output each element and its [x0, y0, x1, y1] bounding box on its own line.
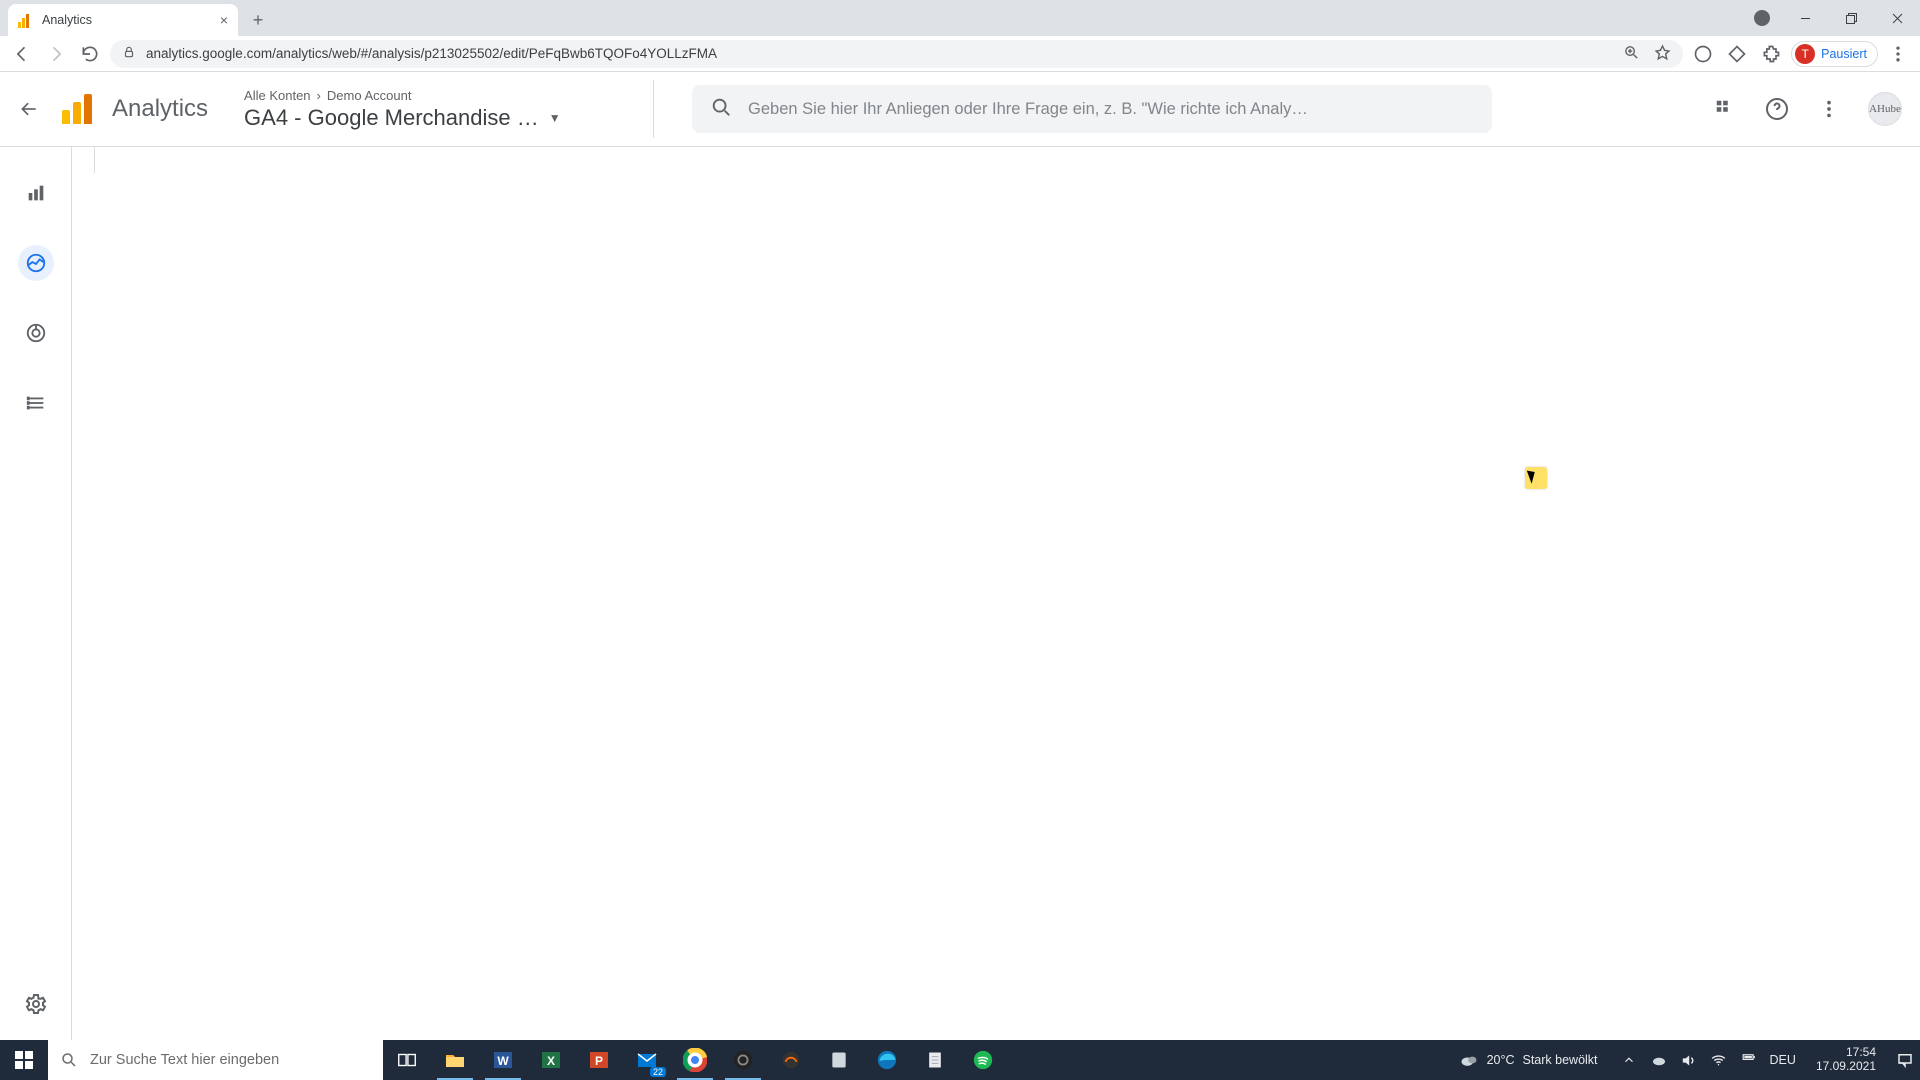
lock-icon	[122, 45, 136, 62]
tray-onedrive-icon[interactable]	[1650, 1051, 1668, 1069]
chrome-account-indicator[interactable]	[1754, 10, 1770, 26]
search-icon	[710, 96, 732, 123]
mail-badge: 22	[650, 1067, 666, 1077]
ga-back-button[interactable]	[10, 90, 48, 128]
app-generic-2-icon[interactable]	[815, 1040, 863, 1080]
rail-advertising-icon[interactable]	[18, 315, 54, 351]
weather-widget[interactable]: 20°C Stark bewölkt	[1459, 1050, 1598, 1070]
chrome-tabstrip: Analytics × +	[0, 0, 1920, 36]
account-picker[interactable]: Alle Konten › Demo Account GA4 - Google …	[244, 80, 654, 138]
svg-text:W: W	[497, 1054, 509, 1068]
analytics-app: Analytics Alle Konten › Demo Account GA4…	[0, 72, 1920, 1040]
help-icon[interactable]	[1764, 96, 1790, 122]
breadcrumb-all-accounts: Alle Konten	[244, 88, 311, 103]
windows-logo-icon	[15, 1051, 33, 1069]
breadcrumb: Alle Konten › Demo Account	[244, 88, 633, 103]
windows-search-placeholder: Zur Suche Text hier eingeben	[90, 1052, 279, 1068]
powerpoint-icon[interactable]: P	[575, 1040, 623, 1080]
nav-back-button[interactable]	[8, 40, 36, 68]
rail-explore-icon[interactable]	[18, 245, 54, 281]
start-button[interactable]	[0, 1040, 48, 1080]
extension-tag-icon[interactable]	[1723, 40, 1751, 68]
mail-icon[interactable]: 22	[623, 1040, 671, 1080]
user-avatar[interactable]: AHube	[1868, 92, 1902, 126]
clock-date: 17.09.2021	[1816, 1060, 1876, 1074]
windows-taskbar: Zur Suche Text hier eingeben W X P 22	[0, 1040, 1920, 1080]
svg-text:X: X	[547, 1054, 555, 1068]
chrome-toolbar: analytics.google.com/analytics/web/#/ana…	[0, 36, 1920, 72]
chrome-icon[interactable]	[671, 1040, 719, 1080]
new-tab-button[interactable]: +	[244, 6, 272, 34]
notepad-icon[interactable]	[911, 1040, 959, 1080]
chrome-profile-chip[interactable]: T Pausiert	[1791, 41, 1878, 67]
omnibox-url: analytics.google.com/analytics/web/#/ana…	[146, 46, 717, 61]
weather-text: Stark bewölkt	[1523, 1053, 1598, 1067]
window-controls	[1782, 0, 1920, 36]
close-tab-icon[interactable]: ×	[220, 12, 228, 28]
window-maximize-button[interactable]	[1828, 0, 1874, 36]
tray-clock[interactable]: 17:54 17.09.2021	[1808, 1046, 1884, 1074]
caret-down-icon: ▼	[549, 111, 561, 125]
tray-language[interactable]: DEU	[1770, 1053, 1796, 1067]
rail-configure-icon[interactable]	[18, 385, 54, 421]
nav-forward-button[interactable]	[42, 40, 70, 68]
explore-canvas	[72, 147, 1920, 1040]
excel-icon[interactable]: X	[527, 1040, 575, 1080]
extensions-puzzle-icon[interactable]	[1757, 40, 1785, 68]
weather-temp: 20°C	[1487, 1053, 1515, 1067]
ga-search[interactable]	[692, 85, 1492, 133]
obs-icon[interactable]	[719, 1040, 767, 1080]
kebab-menu-icon[interactable]	[1816, 96, 1842, 122]
bookmark-star-icon[interactable]	[1654, 44, 1671, 64]
spotify-icon[interactable]	[959, 1040, 1007, 1080]
omnibox[interactable]: analytics.google.com/analytics/web/#/ana…	[110, 40, 1683, 68]
tray-chevron-up-icon[interactable]	[1620, 1051, 1638, 1069]
apps-grid-icon[interactable]	[1712, 96, 1738, 122]
zoom-icon[interactable]	[1623, 44, 1640, 64]
window-close-button[interactable]	[1874, 0, 1920, 36]
property-name: GA4 - Google Merchandise …	[244, 105, 539, 131]
task-view-icon[interactable]	[383, 1040, 431, 1080]
system-tray: 20°C Stark bewölkt DEU 17:54 17.09.2021	[1453, 1046, 1920, 1074]
profile-status-label: Pausiert	[1821, 47, 1867, 61]
rail-admin-gear-icon[interactable]	[18, 986, 54, 1022]
browser-tab[interactable]: Analytics ×	[8, 4, 238, 36]
tray-wifi-icon[interactable]	[1710, 1051, 1728, 1069]
tray-volume-icon[interactable]	[1680, 1051, 1698, 1069]
profile-avatar: T	[1795, 44, 1815, 64]
analytics-brand: Analytics	[112, 95, 208, 123]
property-selector[interactable]: GA4 - Google Merchandise … ▼	[244, 105, 633, 131]
ga-header: Analytics Alle Konten › Demo Account GA4…	[0, 72, 1920, 147]
breadcrumb-account: Demo Account	[327, 88, 412, 103]
search-input[interactable]	[748, 100, 1474, 119]
cursor-highlight	[1525, 467, 1547, 489]
tab-title: Analytics	[42, 13, 92, 27]
app-generic-1-icon[interactable]	[767, 1040, 815, 1080]
nav-reload-button[interactable]	[76, 40, 104, 68]
chevron-right-icon: ›	[317, 88, 321, 103]
ga-body	[0, 147, 1920, 1040]
clock-time: 17:54	[1846, 1046, 1876, 1060]
read-later-icon[interactable]	[1689, 40, 1717, 68]
left-rail	[0, 147, 72, 1040]
tray-action-center-icon[interactable]	[1896, 1051, 1914, 1069]
edge-icon[interactable]	[863, 1040, 911, 1080]
file-explorer-icon[interactable]	[431, 1040, 479, 1080]
windows-search[interactable]: Zur Suche Text hier eingeben	[48, 1040, 383, 1080]
chrome-menu-button[interactable]	[1884, 40, 1912, 68]
analytics-favicon	[18, 12, 34, 28]
tray-battery-icon[interactable]	[1740, 1051, 1758, 1069]
rail-reports-icon[interactable]	[18, 175, 54, 211]
window-minimize-button[interactable]	[1782, 0, 1828, 36]
analytics-logo-icon	[62, 94, 92, 124]
svg-text:P: P	[595, 1054, 603, 1068]
pane-divider	[94, 147, 95, 173]
taskbar-apps: W X P 22	[383, 1040, 1007, 1080]
word-icon[interactable]: W	[479, 1040, 527, 1080]
ga-header-actions: AHube	[1712, 92, 1902, 126]
